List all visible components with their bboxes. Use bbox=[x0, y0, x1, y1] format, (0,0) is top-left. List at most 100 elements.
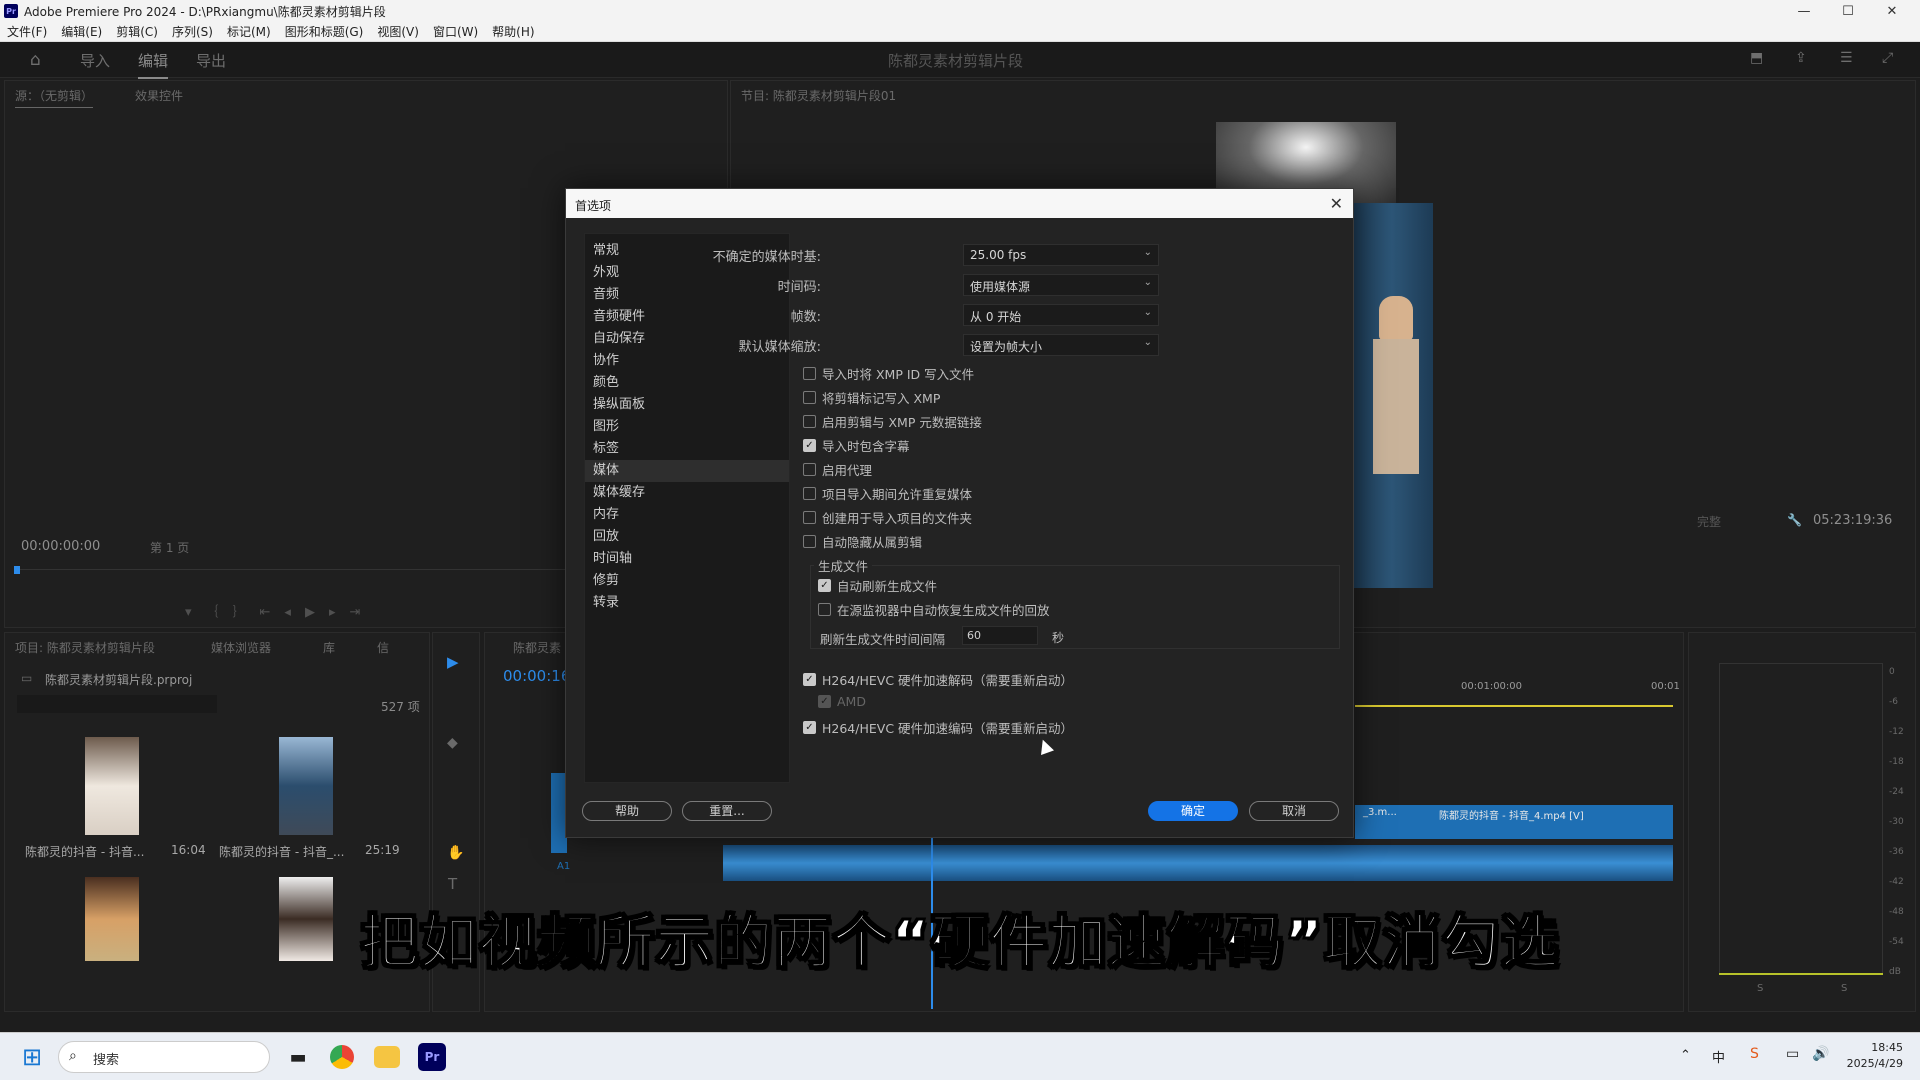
checkbox-auto-restore[interactable]: 在源监视器中自动恢复生成文件的回放 bbox=[818, 600, 1050, 619]
project-item-name[interactable]: 陈都灵的抖音 - 抖音_... bbox=[219, 843, 344, 860]
category-trim[interactable]: 修剪 bbox=[585, 570, 789, 592]
project-item-name[interactable]: 陈都灵的抖音 - 抖音... bbox=[25, 843, 144, 860]
quick-export-icon[interactable]: ⬒ bbox=[1750, 50, 1763, 66]
source-page-select[interactable]: 第 1 页 bbox=[150, 539, 189, 556]
tab-timeline[interactable]: 陈都灵素 bbox=[513, 639, 561, 656]
taskbar-search-box[interactable]: ⌕ 搜索 bbox=[58, 1041, 270, 1073]
checkbox-amd[interactable]: ✓ AMD bbox=[818, 694, 866, 709]
checkmark-icon[interactable]: ✓ bbox=[803, 721, 816, 734]
menu-markers[interactable]: 标记(M) bbox=[220, 23, 278, 40]
fit-select[interactable]: 完整 bbox=[1697, 513, 1721, 530]
checkbox-write-xmp-id[interactable]: 导入时将 XMP ID 写入文件 bbox=[803, 364, 974, 383]
tab-project[interactable]: 项目: 陈都灵素材剪辑片段 bbox=[15, 639, 155, 656]
sogou-icon[interactable]: S bbox=[1750, 1046, 1759, 1062]
source-playhead[interactable] bbox=[14, 566, 20, 574]
category-graphics[interactable]: 图形 bbox=[585, 416, 789, 438]
fullscreen-icon[interactable]: ⤢ bbox=[1882, 50, 1893, 66]
menu-edit[interactable]: 编辑(E) bbox=[54, 23, 109, 40]
solo-button[interactable]: S bbox=[1841, 983, 1847, 994]
category-control-surface[interactable]: 操纵面板 bbox=[585, 394, 789, 416]
home-icon[interactable]: ⌂ bbox=[30, 50, 41, 70]
volume-icon[interactable]: 🔊 bbox=[1812, 1046, 1829, 1062]
tab-program[interactable]: 节目: 陈都灵素材剪辑片段01 bbox=[741, 87, 896, 104]
checkbox-box[interactable] bbox=[803, 415, 816, 428]
solo-button[interactable]: S bbox=[1757, 983, 1763, 994]
menu-file[interactable]: 文件(F) bbox=[0, 23, 54, 40]
ime-icon[interactable]: 中 bbox=[1712, 1047, 1725, 1066]
task-view-icon[interactable]: ▬ bbox=[284, 1043, 312, 1071]
ok-button[interactable]: 确定 bbox=[1148, 801, 1238, 821]
audio-clip-waveform[interactable] bbox=[723, 845, 1673, 881]
project-thumbnail[interactable] bbox=[279, 737, 333, 835]
category-playback[interactable]: 回放 bbox=[585, 526, 789, 548]
category-media-cache[interactable]: 媒体缓存 bbox=[585, 482, 789, 504]
wrench-icon[interactable]: 🔧 bbox=[1787, 513, 1802, 527]
category-media[interactable]: 媒体 bbox=[585, 460, 789, 482]
work-area-bar[interactable] bbox=[1355, 705, 1673, 707]
cancel-button[interactable]: 取消 bbox=[1249, 801, 1339, 821]
chrome-icon[interactable] bbox=[330, 1045, 354, 1069]
tab-export[interactable]: 导出 bbox=[196, 50, 226, 71]
timecode-select[interactable]: 使用媒体源 ⌄ bbox=[963, 274, 1159, 296]
checkbox-box[interactable] bbox=[803, 463, 816, 476]
menu-window[interactable]: 窗口(W) bbox=[426, 23, 485, 40]
track-label-a1[interactable]: A1 bbox=[557, 861, 570, 872]
frames-select[interactable]: 从 0 开始 ⌄ bbox=[963, 304, 1159, 326]
checkbox-box[interactable] bbox=[818, 603, 831, 616]
project-thumbnail[interactable] bbox=[85, 737, 139, 835]
category-timeline[interactable]: 时间轴 bbox=[585, 548, 789, 570]
interval-input[interactable]: 60 bbox=[962, 626, 1038, 645]
tab-edit[interactable]: 编辑 bbox=[138, 50, 169, 79]
windows-start-icon[interactable]: ⊞ bbox=[18, 1043, 46, 1071]
tab-media-browser[interactable]: 媒体浏览器 bbox=[211, 639, 271, 656]
source-transport-controls[interactable]: ▾｛｝⇤◂▶▸⇥ bbox=[185, 601, 374, 620]
help-button[interactable]: 帮助 bbox=[582, 801, 672, 821]
checkmark-icon[interactable]: ✓ bbox=[818, 579, 831, 592]
tab-effect-controls[interactable]: 效果控件 bbox=[135, 87, 183, 104]
razor-tool-icon[interactable]: ◆ bbox=[447, 735, 458, 751]
close-window-button[interactable]: ✕ bbox=[1870, 0, 1914, 22]
share-icon[interactable]: ⇪ bbox=[1795, 50, 1807, 66]
menu-icon[interactable]: ☰ bbox=[1840, 50, 1853, 66]
timebase-select[interactable]: 25.00 fps ⌄ bbox=[963, 244, 1159, 266]
checkmark-icon[interactable]: ✓ bbox=[803, 673, 816, 686]
category-color[interactable]: 颜色 bbox=[585, 372, 789, 394]
project-search-input[interactable] bbox=[17, 695, 217, 713]
checkbox-duplicate-media[interactable]: 项目导入期间允许重复媒体 bbox=[803, 484, 972, 503]
checkbox-box[interactable] bbox=[803, 367, 816, 380]
category-memory[interactable]: 内存 bbox=[585, 504, 789, 526]
checkmark-icon[interactable]: ✓ bbox=[818, 695, 831, 708]
clock-date[interactable]: 2025/4/29 bbox=[1843, 1057, 1903, 1070]
menu-view[interactable]: 视图(V) bbox=[370, 23, 426, 40]
clock-time[interactable]: 18:45 bbox=[1843, 1041, 1903, 1054]
tab-library[interactable]: 库 bbox=[323, 639, 335, 656]
checkmark-icon[interactable]: ✓ bbox=[803, 439, 816, 452]
checkbox-box[interactable] bbox=[803, 511, 816, 524]
checkbox-hw-encode[interactable]: ✓ H264/HEVC 硬件加速编码（需要重新启动） bbox=[803, 718, 1073, 737]
file-explorer-icon[interactable] bbox=[374, 1046, 400, 1068]
tray-chevron-icon[interactable]: ⌃ bbox=[1680, 1048, 1691, 1063]
tab-source[interactable]: 源：（无剪辑） bbox=[15, 87, 94, 108]
checkbox-include-captions[interactable]: ✓ 导入时包含字幕 bbox=[803, 436, 910, 455]
checkbox-create-folders[interactable]: 创建用于导入项目的文件夹 bbox=[803, 508, 972, 527]
checkbox-box[interactable] bbox=[803, 535, 816, 548]
dialog-close-icon[interactable]: ✕ bbox=[1330, 194, 1343, 213]
menu-graphics[interactable]: 图形和标题(G) bbox=[278, 23, 371, 40]
tab-import[interactable]: 导入 bbox=[80, 50, 110, 71]
maximize-button[interactable]: ☐ bbox=[1826, 0, 1870, 22]
premiere-taskbar-icon[interactable]: Pr bbox=[418, 1043, 446, 1071]
checkbox-xmp-link[interactable]: 启用剪辑与 XMP 元数据链接 bbox=[803, 412, 982, 431]
category-labels[interactable]: 标签 bbox=[585, 438, 789, 460]
checkbox-hide-subclips[interactable]: 自动隐藏从属剪辑 bbox=[803, 532, 922, 551]
tab-info[interactable]: 信 bbox=[377, 639, 389, 656]
checkbox-box[interactable] bbox=[803, 391, 816, 404]
reset-button[interactable]: 重置... bbox=[682, 801, 772, 821]
scaling-select[interactable]: 设置为帧大小 ⌄ bbox=[963, 334, 1159, 356]
checkbox-enable-proxies[interactable]: 启用代理 bbox=[803, 460, 872, 479]
network-icon[interactable]: ▭ bbox=[1786, 1046, 1799, 1062]
menu-sequence[interactable]: 序列(S) bbox=[165, 23, 220, 40]
menu-help[interactable]: 帮助(H) bbox=[485, 23, 541, 40]
minimize-button[interactable]: — bbox=[1782, 0, 1826, 22]
menu-clip[interactable]: 剪辑(C) bbox=[109, 23, 165, 40]
checkbox-write-clip-markers[interactable]: 将剪辑标记写入 XMP bbox=[803, 388, 940, 407]
